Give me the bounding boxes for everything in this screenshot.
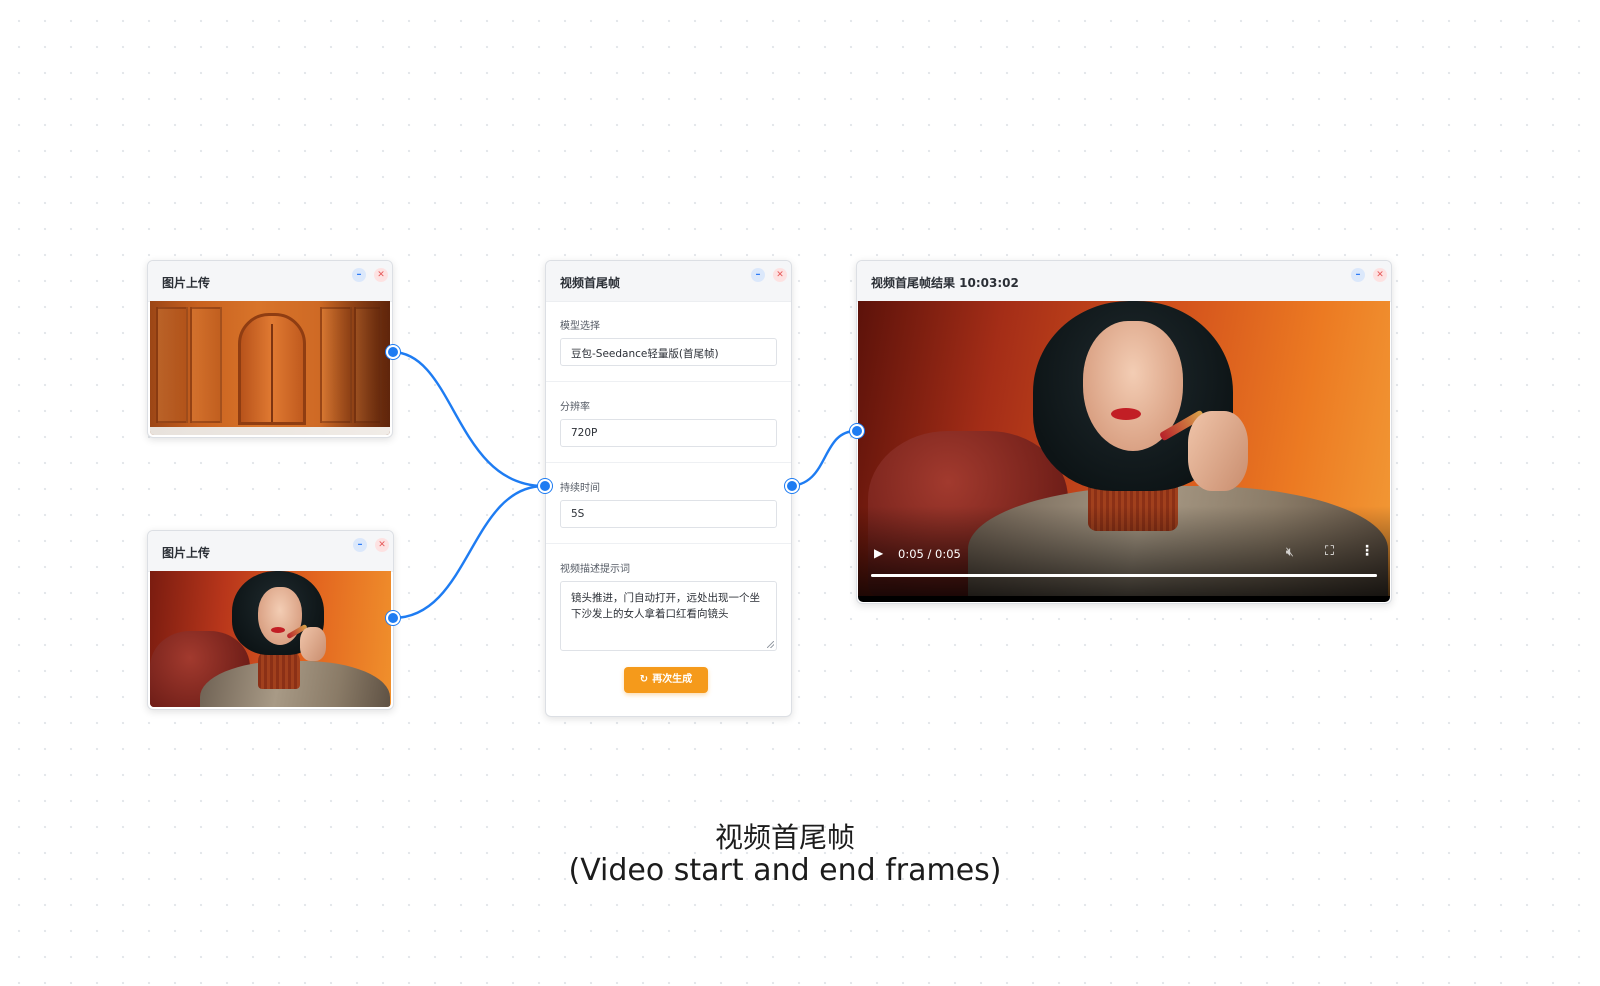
duration-row: 持续时间 5S <box>560 479 777 528</box>
wire-upload-bottom-to-frames <box>392 484 545 620</box>
prompt-row: 视频描述提示词 镜头推进，门自动打开，远处出现一个坐下沙发上的女人拿着口红看向镜… <box>560 560 777 651</box>
image-upload-node-top[interactable]: 图片上传 – ✕ <box>147 260 393 438</box>
video-frames-node[interactable]: 视频首尾帧 – ✕ 模型选择 豆包-Seedance轻量版(首尾帧) 分辨率 7… <box>545 260 792 717</box>
node-title: 图片上传 <box>162 546 211 560</box>
prompt-text: 镜头推进，门自动打开，远处出现一个坐下沙发上的女人拿着口红看向镜头 <box>571 592 760 620</box>
image-upload-node-bottom[interactable]: 图片上传 – ✕ <box>147 530 394 710</box>
regenerate-label: 再次生成 <box>652 674 693 685</box>
node-header[interactable]: 视频首尾帧结果 10:03:02 – ✕ <box>857 261 1391 302</box>
divider <box>546 462 791 463</box>
close-icon[interactable]: ✕ <box>1373 268 1387 282</box>
node-header[interactable]: 图片上传 – ✕ <box>148 531 393 572</box>
node-title: 图片上传 <box>162 276 211 290</box>
mute-icon[interactable]: 🔇︎ <box>1286 545 1294 560</box>
prompt-label: 视频描述提示词 <box>560 564 630 575</box>
input-port-result[interactable] <box>850 424 864 438</box>
prompt-textarea[interactable]: 镜头推进，门自动打开，远处出现一个坐下沙发上的女人拿着口红看向镜头 <box>560 581 777 651</box>
more-vertical-icon[interactable]: ⋮ <box>1360 543 1374 559</box>
minus-icon[interactable]: – <box>353 538 367 552</box>
close-icon[interactable]: ✕ <box>375 538 389 552</box>
model-select[interactable]: 豆包-Seedance轻量版(首尾帧) <box>560 338 777 366</box>
duration-label: 持续时间 <box>560 483 600 494</box>
input-port-frames[interactable] <box>538 479 552 493</box>
wire-frames-to-result <box>787 429 857 488</box>
time-display: 0:05 / 0:05 <box>898 547 961 561</box>
minus-icon[interactable]: – <box>751 268 765 282</box>
divider <box>546 381 791 382</box>
output-port-upload-top[interactable] <box>386 345 400 359</box>
node-header[interactable]: 视频首尾帧 – ✕ <box>546 261 791 302</box>
minus-icon[interactable]: – <box>352 268 366 282</box>
resolution-label: 分辨率 <box>560 402 590 413</box>
close-icon[interactable]: ✕ <box>773 268 787 282</box>
node-title: 视频首尾帧结果 10:03:02 <box>871 276 1019 290</box>
model-select-row: 模型选择 豆包-Seedance轻量版(首尾帧) <box>560 317 777 366</box>
uploaded-image-door <box>150 301 390 435</box>
progress-fill <box>871 574 1377 577</box>
progress-bar[interactable] <box>871 574 1377 577</box>
fullscreen-icon[interactable]: ⛶ <box>1325 544 1334 559</box>
refresh-icon: ↻ <box>639 674 649 685</box>
resolution-select[interactable]: 720P <box>560 419 777 447</box>
divider <box>546 543 791 544</box>
minus-icon[interactable]: – <box>1351 268 1365 282</box>
play-icon[interactable]: ▶ <box>874 546 883 560</box>
node-header[interactable]: 图片上传 – ✕ <box>148 261 392 302</box>
video-player[interactable]: ▶ 0:05 / 0:05 🔇︎ ⛶ ⋮ <box>858 301 1390 602</box>
video-result-node[interactable]: 视频首尾帧结果 10:03:02 – ✕ ▶ 0:05 / 0:05 🔇︎ ⛶ … <box>856 260 1392 604</box>
output-port-upload-bottom[interactable] <box>386 611 400 625</box>
resolution-row: 分辨率 720P <box>560 398 777 447</box>
uploaded-image-portrait <box>150 571 391 707</box>
node-title: 视频首尾帧 <box>560 276 621 290</box>
workflow-canvas[interactable]: 图片上传 – ✕ 图片上传 – ✕ 视频首尾帧 – ✕ 模型选择 豆包-Seed… <box>0 0 1600 986</box>
wire-upload-top-to-frames <box>391 350 545 488</box>
caption-english: (Video start and end frames) <box>568 853 1002 888</box>
output-port-frames[interactable] <box>785 479 799 493</box>
close-icon[interactable]: ✕ <box>374 268 388 282</box>
regenerate-button[interactable]: ↻ 再次生成 <box>624 667 708 693</box>
duration-select[interactable]: 5S <box>560 500 777 528</box>
caption-chinese: 视频首尾帧 <box>714 821 855 854</box>
resize-handle[interactable] <box>767 641 774 648</box>
model-select-label: 模型选择 <box>560 321 600 332</box>
